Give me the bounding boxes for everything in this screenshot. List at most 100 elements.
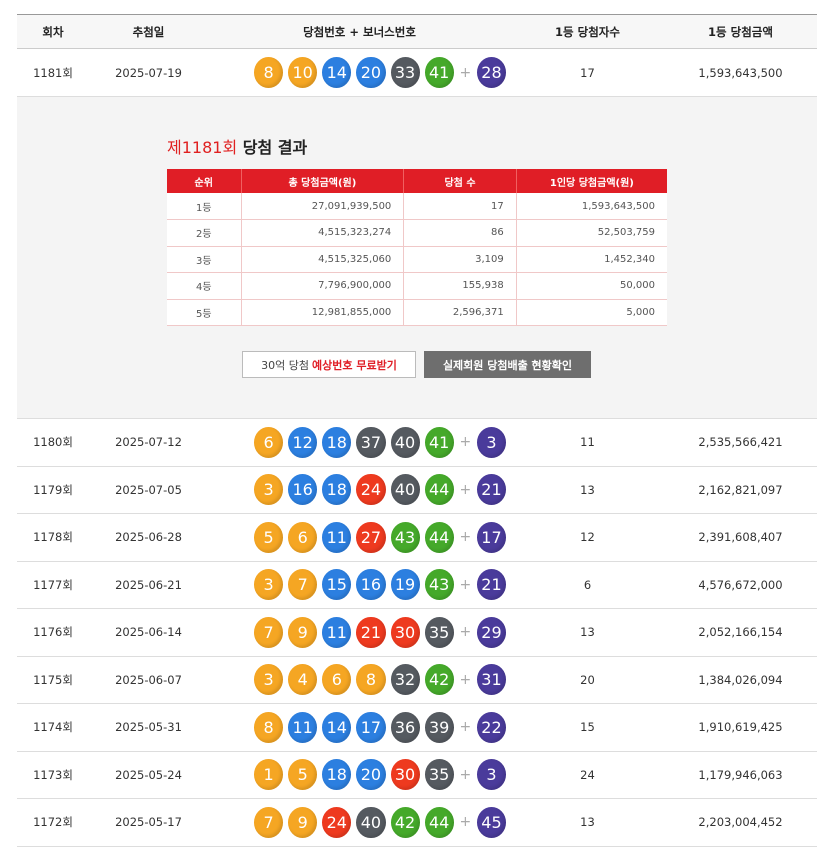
number-ball: 42 [424, 664, 454, 696]
number-ball: 36 [390, 711, 420, 743]
col-total: 총 당첨금액(원) [241, 169, 405, 193]
prize-cell: 1,910,619,425 [698, 720, 783, 735]
number-ball: 41 [424, 426, 454, 458]
round-cell: 1173회 [33, 767, 73, 782]
number-ball: 30 [390, 759, 420, 791]
prize-cell: 2,162,821,097 [698, 482, 783, 497]
balls-cell: 7 9 11 21 30 35 +29 [208, 616, 511, 648]
number-ball: 41 [424, 57, 454, 88]
draw-row[interactable]: 1177회 2025-06-21 3 7 15 16 19 43 +21 6 4,576,6… [17, 562, 817, 609]
number-ball: 27 [356, 521, 386, 553]
round-cell: 1181회 [33, 65, 73, 80]
check-winners-button[interactable]: 실제회원 당첨배출 현황확인 [424, 351, 591, 378]
col-per: 1인당 당첨금액(원) [516, 169, 667, 193]
detail-title: 제1181회 당첨 결과 [167, 134, 307, 158]
header-date: 추첨일 [132, 24, 165, 39]
date-cell: 2025-06-14 [115, 625, 182, 640]
winners-cell: 20 [580, 672, 595, 687]
header-prize: 1등 당첨금액 [708, 24, 773, 39]
prize-row: 3등 4,515,325,060 3,109 1,452,340 [167, 246, 667, 273]
number-ball: 20 [356, 57, 386, 88]
prize-breakdown-table: 순위 총 당첨금액(원) 당첨 수 1인당 당첨금액(원) 1등 27,091,9… [167, 169, 667, 326]
detail-title-text: 당첨 결과 [237, 138, 308, 157]
draw-row[interactable]: 1176회 2025-06-14 7 9 11 21 30 35 +29 13 2,052,… [17, 609, 817, 657]
number-ball: 6 [322, 664, 352, 696]
col-count: 당첨 수 [403, 169, 517, 193]
winners-cell: 24 [580, 767, 595, 782]
draw-row[interactable]: 1179회 2025-07-05 3 16 18 24 40 44 +21 13 2,162… [17, 467, 817, 514]
bonus-ball: 31 [476, 664, 507, 696]
round-cell: 1179회 [33, 482, 73, 497]
bonus-ball: 45 [476, 806, 507, 838]
per-cell: 1,452,340 [516, 246, 667, 273]
balls-cell: 6 12 18 37 40 41 +3 [208, 426, 511, 458]
number-ball: 14 [322, 57, 352, 88]
number-ball: 20 [356, 759, 386, 791]
number-ball: 8 [254, 711, 284, 743]
date-cell: 2025-05-17 [115, 815, 182, 830]
bonus-ball: 21 [476, 474, 507, 506]
round-cell: 1180회 [33, 435, 73, 450]
date-cell: 2025-06-07 [115, 672, 182, 687]
bonus-ball: 22 [476, 711, 507, 743]
lotto-results-table: 회차 추첨일 당첨번호 + 보너스번호 1등 당첨자수 1등 당첨금액 1181… [17, 14, 817, 847]
draw-row[interactable]: 1175회 2025-06-07 3 4 6 8 32 42 +31 20 1,384,02… [17, 657, 817, 704]
draw-row[interactable]: 1172회 2025-05-17 7 9 24 40 42 44 +45 13 2,203,… [17, 799, 817, 847]
free-prediction-highlight: 예상번호 무료받기 [312, 358, 397, 372]
header-winners: 1등 당첨자수 [555, 24, 620, 39]
round-cell: 1176회 [33, 625, 73, 640]
prize-row: 2등 4,515,323,274 86 52,503,759 [167, 219, 667, 247]
number-ball: 11 [288, 711, 318, 743]
plus-icon: + [459, 814, 472, 831]
number-ball: 19 [390, 569, 420, 601]
number-ball: 8 [356, 664, 386, 696]
plus-icon: + [459, 624, 472, 641]
plus-icon: + [459, 719, 472, 736]
free-prediction-button[interactable]: 30억 당첨 예상번호 무료받기 [242, 351, 416, 378]
plus-icon: + [459, 576, 472, 593]
header-round: 회차 [42, 24, 64, 39]
bonus-ball: 28 [476, 57, 507, 88]
winners-cell: 15 [580, 720, 595, 735]
number-ball: 44 [424, 806, 454, 838]
total-cell: 12,981,855,000 [241, 299, 405, 326]
draw-row[interactable]: 1180회 2025-07-12 6 12 18 37 40 41 +3 11 2,535,… [17, 419, 817, 467]
rank-cell: 4등 [167, 272, 242, 300]
number-ball: 12 [288, 426, 318, 458]
round-cell: 1172회 [33, 815, 73, 830]
draw-row[interactable]: 1174회 2025-05-31 8 11 14 17 36 39 +22 15 1,910… [17, 704, 817, 752]
bonus-ball: 3 [476, 759, 507, 791]
number-ball: 3 [254, 474, 284, 506]
prize-row: 1등 27,091,939,500 17 1,593,643,500 [167, 193, 667, 220]
number-ball: 11 [322, 616, 352, 648]
draw-row[interactable]: 1173회 2025-05-24 1 5 18 20 30 35 +3 24 1,179,9… [17, 752, 817, 799]
number-ball: 43 [390, 521, 420, 553]
draw-row[interactable]: 1178회 2025-06-28 5 6 11 27 43 44 +17 12 2,391,… [17, 514, 817, 562]
rank-cell: 1등 [167, 193, 242, 220]
count-cell: 155,938 [403, 272, 517, 300]
round-cell: 1174회 [33, 720, 73, 735]
prize-cell: 2,535,566,421 [698, 435, 783, 450]
number-ball: 18 [322, 759, 352, 791]
balls-cell: 1 5 18 20 30 35 +3 [208, 759, 511, 791]
number-ball: 30 [390, 616, 420, 648]
prize-cell: 2,391,608,407 [698, 530, 783, 545]
balls-cell: 7 9 24 40 42 44 +45 [208, 806, 511, 838]
prize-cell: 1,593,643,500 [698, 65, 783, 80]
number-ball: 40 [390, 474, 420, 506]
prize-cell: 1,179,946,063 [698, 767, 783, 782]
total-cell: 7,796,900,000 [241, 272, 405, 300]
winners-cell: 13 [580, 482, 595, 497]
plus-icon: + [459, 434, 472, 451]
number-ball: 1 [254, 759, 284, 791]
date-cell: 2025-07-19 [115, 65, 182, 80]
plus-icon: + [459, 64, 472, 81]
plus-icon: + [459, 529, 472, 546]
count-cell: 2,596,371 [403, 299, 517, 326]
number-ball: 9 [288, 806, 318, 838]
number-ball: 16 [288, 474, 318, 506]
number-ball: 6 [254, 426, 284, 458]
draw-row[interactable]: 1181회 2025-07-19 8 10 14 20 33 41 +28 17 1,593… [17, 49, 817, 97]
number-ball: 5 [254, 521, 284, 553]
date-cell: 2025-07-12 [115, 435, 182, 450]
